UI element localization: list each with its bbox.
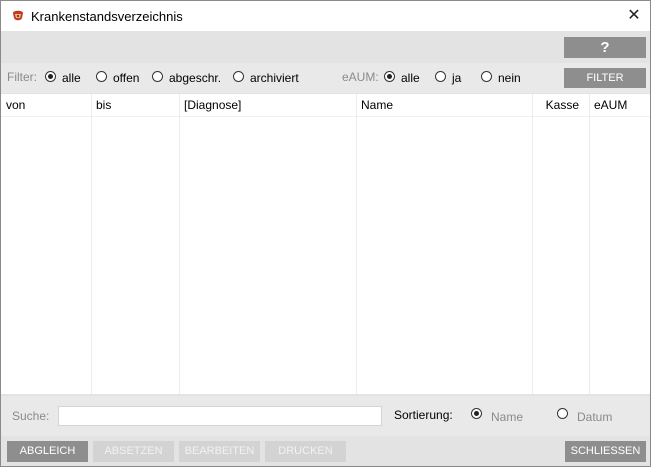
- app-icon: [13, 10, 23, 21]
- column-divider: [589, 94, 590, 394]
- filter-button[interactable]: FILTER: [564, 68, 646, 88]
- filter-radio-alle[interactable]: [45, 71, 56, 82]
- sort-option-datum[interactable]: Datum: [577, 410, 612, 424]
- filter-option-offen[interactable]: offen: [113, 71, 139, 85]
- sort-radio-name[interactable]: [471, 408, 482, 419]
- absetzen-button[interactable]: ABSETZEN: [93, 441, 174, 462]
- eaum-option-nein[interactable]: nein: [498, 71, 521, 85]
- filter-label: Filter:: [7, 70, 37, 84]
- column-header-name[interactable]: Name: [356, 94, 532, 117]
- abgleich-button[interactable]: ABGLEICH: [7, 441, 88, 462]
- eaum-filter-label: eAUM:: [342, 70, 379, 84]
- column-divider: [179, 94, 180, 394]
- column-divider: [356, 94, 357, 394]
- window-title: Krankenstandsverzeichnis: [31, 9, 183, 24]
- column-header-diagnose[interactable]: [Diagnose]: [179, 94, 356, 117]
- column-header-kasse[interactable]: Kasse: [532, 94, 589, 117]
- search-label: Suche:: [12, 409, 50, 423]
- dialog-window: Krankenstandsverzeichnis ✕ ? Filter: all…: [0, 0, 651, 467]
- sort-radio-datum[interactable]: [557, 408, 568, 419]
- column-header-eaum[interactable]: eAUM: [589, 94, 650, 117]
- filter-radio-abgeschr[interactable]: [152, 71, 163, 82]
- close-icon[interactable]: ✕: [621, 5, 647, 27]
- eaum-option-alle[interactable]: alle: [401, 71, 420, 85]
- search-input[interactable]: [58, 406, 382, 426]
- filter-option-abgeschr[interactable]: abgeschr.: [169, 71, 221, 85]
- sort-label: Sortierung:: [394, 408, 453, 422]
- bearbeiten-button[interactable]: BEARBEITEN: [179, 441, 260, 462]
- eaum-radio-ja[interactable]: [435, 71, 446, 82]
- sick-leave-table[interactable]: von bis [Diagnose] Name Kasse eAUM: [1, 94, 650, 394]
- drucken-button[interactable]: DRUCKEN: [265, 441, 346, 462]
- sort-option-name[interactable]: Name: [491, 410, 523, 424]
- schliessen-button[interactable]: SCHLIESSEN: [565, 441, 646, 462]
- filter-radio-offen[interactable]: [96, 71, 107, 82]
- title-bar: Krankenstandsverzeichnis ✕: [1, 1, 650, 31]
- help-button[interactable]: ?: [564, 37, 646, 58]
- column-header-von[interactable]: von: [1, 94, 91, 117]
- eaum-option-ja[interactable]: ja: [452, 71, 461, 85]
- filter-radio-archiviert[interactable]: [233, 71, 244, 82]
- column-header-bis[interactable]: bis: [91, 94, 179, 117]
- column-divider: [532, 94, 533, 394]
- eaum-radio-nein[interactable]: [481, 71, 492, 82]
- eaum-radio-alle[interactable]: [384, 71, 395, 82]
- filter-option-archiviert[interactable]: archiviert: [250, 71, 299, 85]
- column-divider: [91, 94, 92, 394]
- filter-option-alle[interactable]: alle: [62, 71, 81, 85]
